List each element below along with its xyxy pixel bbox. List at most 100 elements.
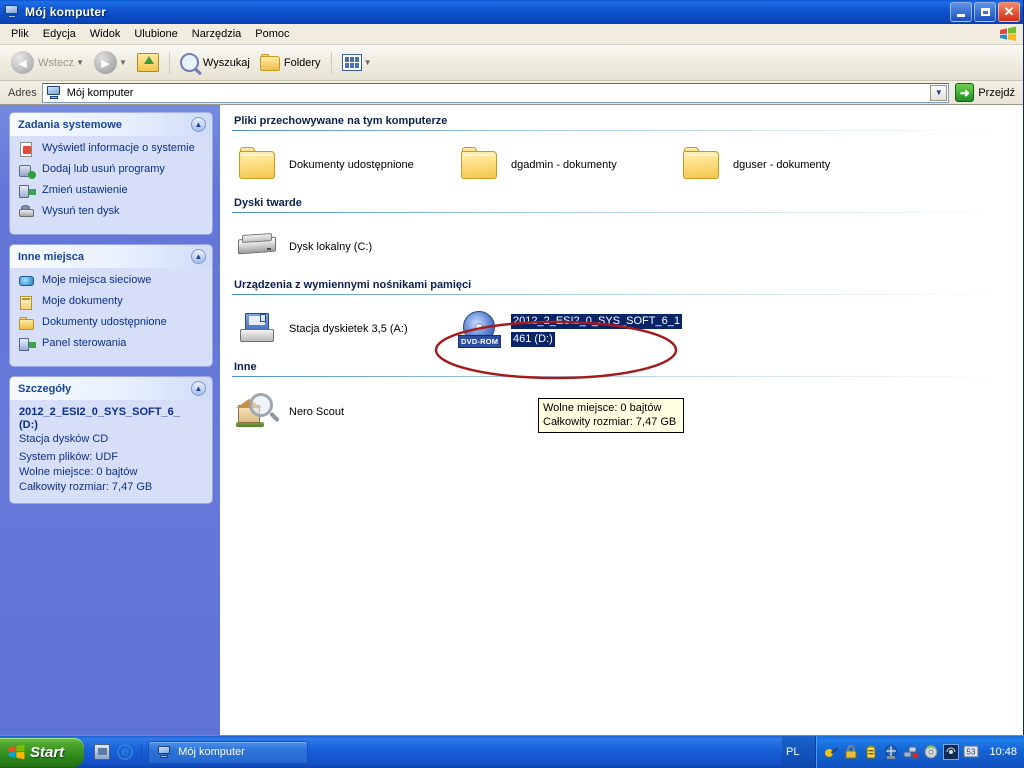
list-item[interactable]: dguser - dokumenty: [680, 145, 902, 185]
taskbar: Start Mój komputer PL: [0, 735, 1024, 768]
search-button[interactable]: Wyszukaj: [175, 49, 255, 77]
folders-button[interactable]: Foldery: [255, 49, 326, 77]
list-item-dvd-rom[interactable]: DVD-ROM 2012_2_ESI2_0_SYS_SOFT_6_1 461 (…: [458, 309, 682, 349]
sidebar-item-network-places[interactable]: Moje miejsca sieciowe: [19, 274, 204, 290]
battery-icon[interactable]: [863, 744, 879, 760]
details-free-space: Wolne miejsce: 0 bajtów: [19, 466, 138, 478]
security-lock-icon[interactable]: [843, 744, 859, 760]
panel-details-body: 2012_2_ESI2_0_SYS_SOFT_6_ (D:) Stacja dy…: [10, 400, 212, 503]
list-item[interactable]: Stacja dyskietek 3,5 (A:): [236, 309, 458, 349]
close-button[interactable]: ✕: [998, 2, 1020, 22]
window-titlebar: Mój komputer ✕: [0, 0, 1023, 24]
my-documents-icon: [19, 295, 36, 311]
group-files-on-computer: Pliki przechowywane na tym komputerze Do…: [230, 115, 1023, 195]
item-label: Nero Scout: [289, 405, 345, 418]
sidebar-item-system-info[interactable]: Wyświetl informacje o systemie: [19, 142, 204, 158]
system-info-icon: [19, 142, 36, 158]
settings-icon: [19, 184, 36, 200]
sidebar-item-add-remove-programs[interactable]: Dodaj lub usuń programy: [19, 163, 204, 179]
chevron-up-icon[interactable]: ▲: [191, 249, 206, 264]
list-item[interactable]: Dokumenty udostępnione: [236, 145, 458, 185]
menu-pomoc[interactable]: Pomoc: [248, 26, 296, 42]
disc-tray-icon[interactable]: [923, 744, 939, 760]
views-button[interactable]: ▼: [337, 49, 377, 77]
network-disconnected-icon[interactable]: [903, 744, 920, 760]
chevron-up-icon[interactable]: ▲: [191, 117, 206, 132]
back-button[interactable]: ◄ Wstecz ▼: [6, 49, 89, 77]
sidebar-item-my-documents[interactable]: Moje dokumenty: [19, 295, 204, 311]
dvd-rom-badge: DVD-ROM: [458, 335, 502, 348]
menu-widok[interactable]: Widok: [83, 26, 128, 42]
item-label: dgadmin - dokumenty: [511, 158, 617, 171]
go-button[interactable]: ➜ Przejdź: [949, 83, 1020, 102]
list-item[interactable]: Nero Scout: [236, 391, 458, 433]
sidebar-item-label: Wyświetl informacje o systemie: [42, 142, 195, 154]
nero-scout-icon: [236, 391, 280, 433]
folders-icon: [259, 53, 280, 71]
system-tray: 53 10:48: [815, 735, 1024, 768]
dvd-rom-icon: DVD-ROM: [458, 309, 502, 349]
nero-tray-icon[interactable]: [823, 744, 839, 760]
internet-explorer-icon[interactable]: [117, 743, 134, 760]
panel-details: Szczegóły ▲ 2012_2_ESI2_0_SYS_SOFT_6_ (D…: [10, 377, 212, 503]
item-label: Dokumenty udostępnione: [289, 158, 414, 171]
monitor-icon[interactable]: 53: [963, 744, 979, 760]
minimize-button[interactable]: [950, 2, 972, 22]
details-name-line1: 2012_2_ESI2_0_SYS_SOFT_6_: [19, 406, 180, 418]
show-desktop-icon[interactable]: [94, 744, 111, 760]
back-dropdown-icon[interactable]: ▼: [76, 58, 84, 67]
address-input[interactable]: Mój komputer ▼: [41, 82, 950, 103]
wireless-icon[interactable]: [943, 744, 960, 760]
menu-edycja[interactable]: Edycja: [36, 26, 83, 42]
item-label-line2: 461 (D:): [511, 332, 555, 347]
drive-tooltip: Wolne miejsce: 0 bajtów Całkowity rozmia…: [538, 398, 684, 433]
list-item[interactable]: dgadmin - dokumenty: [458, 145, 680, 185]
task-button-my-computer[interactable]: Mój komputer: [148, 740, 309, 764]
panel-title: Szczegóły: [18, 382, 72, 395]
item-label: dguser - dokumenty: [733, 158, 831, 171]
language-bar[interactable]: PL: [782, 735, 816, 768]
tooltip-total-size: Całkowity rozmiar: 7,47 GB: [543, 416, 677, 428]
menu-plik[interactable]: Plik: [4, 26, 36, 42]
address-dropdown-icon[interactable]: ▼: [930, 84, 948, 101]
panel-system-tasks-body: Wyświetl informacje o systemie Dodaj lub…: [10, 136, 212, 234]
window-controls: ✕: [950, 2, 1020, 22]
views-dropdown-icon[interactable]: ▼: [364, 58, 372, 67]
hard-disk-icon: [236, 227, 280, 267]
menu-narzedzia[interactable]: Narzędzia: [185, 26, 249, 42]
details-filesystem: System plików: UDF: [19, 451, 119, 463]
address-value: Mój komputer: [66, 86, 134, 99]
panel-other-places-header[interactable]: Inne miejsca ▲: [10, 245, 212, 268]
sidebar-item-control-panel[interactable]: Panel sterowania: [19, 337, 204, 353]
my-computer-icon: [46, 85, 62, 101]
panel-details-header[interactable]: Szczegóły ▲: [10, 377, 212, 400]
sidebar-item-eject-disk[interactable]: Wysuń ten dysk: [19, 205, 204, 221]
item-label: Dysk lokalny (C:): [289, 240, 373, 253]
svg-text:53: 53: [967, 748, 976, 757]
up-button[interactable]: [132, 49, 164, 77]
restore-button[interactable]: [974, 2, 996, 22]
forward-arrow-icon: ►: [93, 51, 117, 74]
panel-system-tasks-header[interactable]: Zadania systemowe ▲: [10, 113, 212, 136]
forward-button[interactable]: ► ▼: [89, 49, 132, 77]
forward-dropdown-icon[interactable]: ▼: [119, 58, 127, 67]
sidebar-item-change-settings[interactable]: Zmień ustawienie: [19, 184, 204, 200]
clock[interactable]: 10:48: [989, 746, 1017, 758]
sidebar-item-label: Wysuń ten dysk: [42, 205, 120, 217]
chevron-up-icon[interactable]: ▲: [191, 381, 206, 396]
panel-other-places-body: Moje miejsca sieciowe Moje dokumenty Dok…: [10, 268, 212, 366]
menu-ulubione[interactable]: Ulubione: [127, 26, 184, 42]
task-pane-sidebar: Zadania systemowe ▲ Wyświetl informacje …: [0, 105, 220, 735]
sidebar-item-label: Dodaj lub usuń programy: [42, 163, 165, 175]
add-remove-programs-icon: [19, 163, 36, 179]
antivirus-icon[interactable]: [883, 744, 899, 760]
quick-launch-bar: [84, 743, 143, 760]
sidebar-item-shared-documents[interactable]: Dokumenty udostępnione: [19, 316, 204, 332]
start-button[interactable]: Start: [0, 737, 85, 767]
search-label: Wyszukaj: [202, 56, 250, 69]
navigation-toolbar: ◄ Wstecz ▼ ► ▼ Wyszukaj Foldery ▼: [0, 45, 1023, 81]
windows-flag-icon: [999, 26, 1017, 42]
group-items: Dysk lokalny (C:): [230, 213, 1023, 277]
eject-disk-icon: [19, 205, 36, 221]
list-item[interactable]: Dysk lokalny (C:): [236, 227, 458, 267]
